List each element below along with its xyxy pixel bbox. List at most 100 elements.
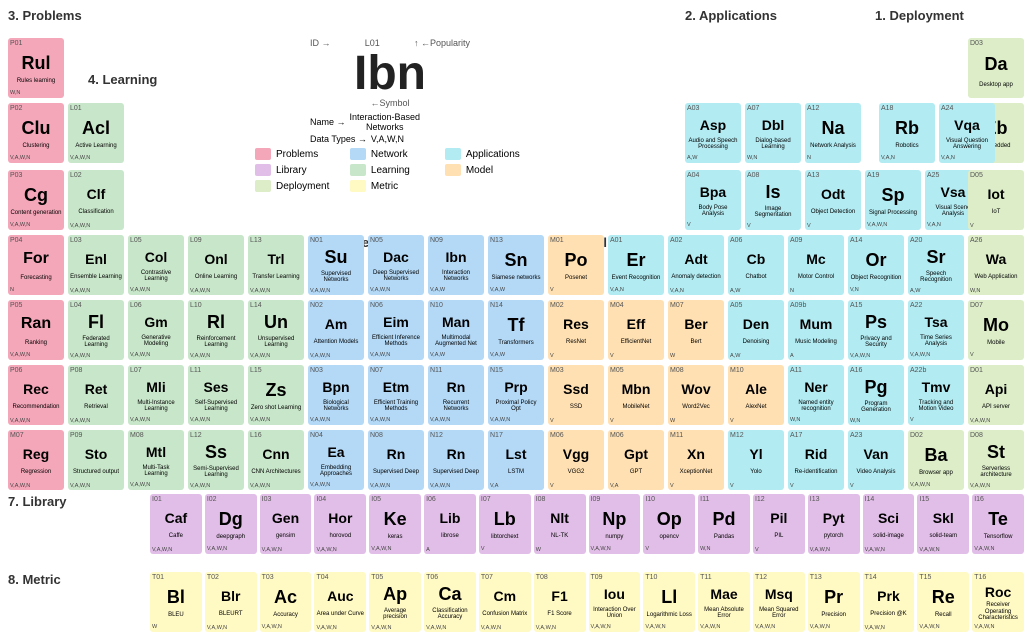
cell-N10[interactable]: N10 Man Multimodal Augmented Net V,A,W [428,300,484,360]
cell-L09[interactable]: L09 Onl Online Learning V,A,W,N [188,235,244,295]
cell-Lst[interactable]: N17 Lst LSTM V,A [488,430,544,490]
cell-Asp-main[interactable]: A03 Asp Audio and Speech Processing A,W [685,103,741,163]
cell-N06[interactable]: N06 Eim Efficient Inference Methods V,A,… [368,300,424,360]
cell-P03[interactable]: P03 Cg Content generation V,A,W,N [8,170,64,230]
cell-Lib[interactable]: I06 Lib librose A [424,494,476,554]
cell-N13[interactable]: N13 Sn Siamese networks V,A,W [488,235,544,295]
cell-Caf[interactable]: I01 Caf Caffe V,A,W,N [150,494,202,554]
cell-Yl[interactable]: M12 Yl Yolo V [728,430,784,490]
cell-Skl[interactable]: I15 Skl solid-team V,A,W,N [917,494,969,554]
cell-Rb[interactable]: A18 Rb Robotics V,A,N [879,103,935,163]
cell-Nlt[interactable]: I08 Nlt NL-TK W [534,494,586,554]
cell-Van[interactable]: A23 Van Video Analysis V [848,430,904,490]
cell-Ap[interactable]: T05 Ap Average precision V,A,W,N [369,572,421,632]
cell-L12[interactable]: L12 Ss Semi-Supervised Learning V,A,W,N [188,430,244,490]
cell-P05[interactable]: P05 Ran Ranking V,A,W,N [8,300,64,360]
cell-P02[interactable]: P02 Clu Clustering V,A,W,N [8,103,64,163]
cell-Po[interactable]: M01 Po Posenet V [548,235,604,295]
cell-Mae[interactable]: T11 Mae Mean Absolute Error V,A,W,N [698,572,750,632]
cell-Vgg[interactable]: M06 Vgg VGG2 V [548,430,604,490]
cell-Xn[interactable]: M11 Xn XceptionNet V [668,430,724,490]
cell-N04[interactable]: N04 Ea Embedding Approaches V,A,W,N [308,430,364,490]
cell-Cm[interactable]: T07 Cm Confusion Matrix V,A,W,N [479,572,531,632]
cell-Bpa[interactable]: A04 Bpa Body Pose Analysis V [685,170,741,230]
cell-Op[interactable]: I10 Op opencv V [643,494,695,554]
cell-Auc[interactable]: T04 Auc Area under Curve V,A,W,N [314,572,366,632]
cell-Mbn[interactable]: M05 Mbn MobileNet V [608,365,664,425]
cell-Pil[interactable]: I12 Pil PIL V [753,494,805,554]
cell-Api[interactable]: D01 Api API server V,A,W,N [968,365,1024,425]
cell-Is[interactable]: A08 Is Image Segmentation V [745,170,801,230]
cell-Sci[interactable]: I14 Sci solid-image V,A,W,N [863,494,915,554]
cell-P06[interactable]: P06 Rec Recommendation V,A,W,N [8,365,64,425]
cell-Gen[interactable]: I03 Gen gensim V,A,W,N [260,494,312,554]
cell-Te[interactable]: I16 Te Tensorflow V,A,W,N [972,494,1024,554]
cell-Dbl[interactable]: A07 Dbl Dialog-based Learning W,N [745,103,801,163]
cell-M07[interactable]: M07 Reg Regression V,A,W,N [8,430,64,490]
cell-L05[interactable]: L05 Col Contrastive Learning V,A,W,N [128,235,184,295]
cell-L01[interactable]: L01 Acl Active Learning V,A,W,N [68,103,124,163]
cell-Pyt[interactable]: I13 Pyt pytorch V,A,W,N [808,494,860,554]
cell-P01[interactable]: P01 Rul Rules learning W,N [8,38,64,98]
cell-Vqa[interactable]: A24 Vqa Visual Question Answering V,A,N [939,103,995,163]
cell-Mc[interactable]: A09 Mc Motor Control N [788,235,844,295]
cell-Sr[interactable]: A20 Sr Speech Recognition A,W [908,235,964,295]
cell-L02[interactable]: L02 Clf Classification V,A,W,N [68,170,124,230]
cell-Ac[interactable]: T03 Ac Accuracy V,A,W,N [260,572,312,632]
cell-N12[interactable]: N12 Rn Supervised Deep V,A,W,N [428,430,484,490]
cell-N11[interactable]: N11 Rn Recurrent Networks V,A,W,N [428,365,484,425]
cell-N09[interactable]: N09 Ibn Interaction Networks V,A,W [428,235,484,295]
cell-N05[interactable]: N05 Dac Deep Supervised Networks V,A,W,N [368,235,424,295]
cell-Or[interactable]: A14 Or Object Recognition V,N [848,235,904,295]
cell-Pg[interactable]: A16 Pg Program Generation W,N [848,365,904,425]
cell-Sto[interactable]: P09 Sto Structured output V,A,W,N [68,430,124,490]
cell-Ca[interactable]: T06 Ca Classification Accuracy V,A,W,N [424,572,476,632]
cell-Mtl[interactable]: M08 Mtl Multi-Task Learning V,A,W,N [128,430,184,490]
cell-L07[interactable]: L07 Mli Multi-Instance Learning V,A,W,N [128,365,184,425]
cell-N08[interactable]: N08 Rn Supervised Deep V,A,W,N [368,430,424,490]
cell-Na[interactable]: A12 Na Network Analysis N [805,103,861,163]
cell-Ssd[interactable]: M03 Ssd SSD V [548,365,604,425]
cell-Mum[interactable]: A09b Mum Music Modeling A [788,300,844,360]
cell-Dg[interactable]: I02 Dg deepgraph V,A,W,N [205,494,257,554]
cell-Ll[interactable]: T10 Ll Logarithmic Loss V,A,W,N [643,572,695,632]
cell-Ke[interactable]: I05 Ke keras V,A,W,N [369,494,421,554]
cell-Roc[interactable]: T16 Roc Receiver Operating Characteristi… [972,572,1024,632]
cell-F1[interactable]: T08 F1 F1 Score V,A,W,N [534,572,586,632]
cell-Wov[interactable]: M08 Wov Word2Vec W [668,365,724,425]
cell-Ps[interactable]: A15 Ps Privacy and Security V,A,W,N [848,300,904,360]
cell-L04[interactable]: L04 Fl Federated Learning V,A,W,N [68,300,124,360]
cell-Pr[interactable]: T13 Pr Precision V,A,W,N [808,572,860,632]
cell-Adt[interactable]: A02 Adt Anomaly detection V,A,N [668,235,724,295]
cell-Sp[interactable]: A19 Sp Signal Processing V,A,W,N [865,170,921,230]
cell-N02[interactable]: N02 Am Attention Models V,A,W,N [308,300,364,360]
cell-L10[interactable]: L10 Rl Reinforcement Learning V,A,W,N [188,300,244,360]
cell-P04[interactable]: P04 For Forecasting N [8,235,64,295]
cell-Rid[interactable]: A17 Rid Re-identification V [788,430,844,490]
cell-Res[interactable]: M02 Res ResNet V [548,300,604,360]
cell-Iot[interactable]: D05 Iot IoT V [968,170,1024,230]
cell-L11[interactable]: L11 Ses Self-Supervised Learning V,A,W,N [188,365,244,425]
cell-Iou[interactable]: T09 Iou Interaction Over Union V,A,W,N [589,572,641,632]
cell-Tsa[interactable]: A22 Tsa Time Series Analysis V,A,W,N [908,300,964,360]
cell-Er[interactable]: A01 Er Event Recognition V,A,N [608,235,664,295]
cell-Ber[interactable]: M07 Ber Bert W [668,300,724,360]
cell-L06[interactable]: L06 Gm Generative Modeling V,A,W,N [128,300,184,360]
cell-Ner[interactable]: A11 Ner Named entity recognition W,N [788,365,844,425]
cell-Ale[interactable]: M10 Ale AlexNet V [728,365,784,425]
cell-Np[interactable]: I09 Np numpy V,A,W,N [589,494,641,554]
cell-Prk[interactable]: T14 Prk Precision @K V,A,W,N [863,572,915,632]
cell-L14[interactable]: L14 Un Unsupervised Learning V,A,W,N [248,300,304,360]
cell-N07[interactable]: N07 Etm Efficient Training Methods V,A,W… [368,365,424,425]
cell-Da[interactable]: D03 Da Desktop app [968,38,1024,98]
cell-N14[interactable]: N14 Tf Transformers V,A,W [488,300,544,360]
cell-Ret[interactable]: P08 Ret Retrieval V,A,W,N [68,365,124,425]
cell-L15[interactable]: L15 Zs Zero shot Learning V,A,W,N [248,365,304,425]
cell-Blr[interactable]: T02 Blr BLEURT V,A,W,N [205,572,257,632]
cell-Hor[interactable]: I04 Hor horovod V,A,W,N [314,494,366,554]
cell-Wa-main[interactable]: A26 Wa Web Application W,N [968,235,1024,295]
cell-L03[interactable]: L03 Enl Ensemble Learning V,A,W,N [68,235,124,295]
cell-Re[interactable]: T15 Re Recall V,A,W,N [917,572,969,632]
cell-N01[interactable]: N01 Su Supervised Networks V,A,W,N [308,235,364,295]
cell-L16[interactable]: L16 Cnn CNN Architectures V,A,W,N [248,430,304,490]
